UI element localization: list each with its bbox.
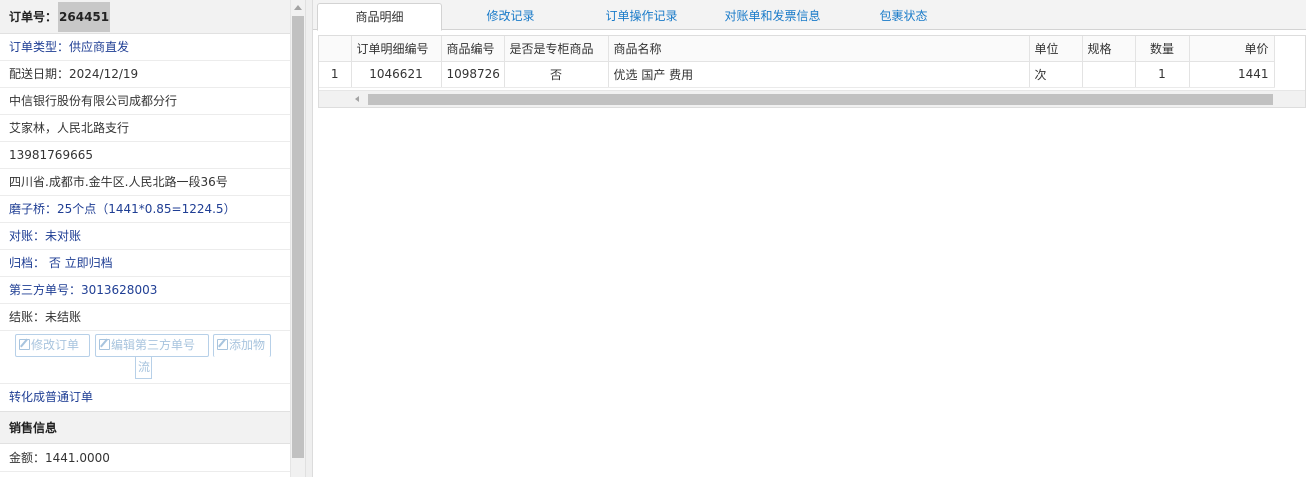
reconciliation-row[interactable]: 对账：未对账 [0, 223, 290, 250]
archive-link[interactable]: 归档： 否 立即归档 [9, 256, 113, 270]
add-logistics-button-wrap[interactable]: 流 [135, 357, 152, 379]
order-type-text: 订单类型：供应商直发 [9, 40, 130, 54]
scroll-up-icon[interactable] [294, 5, 302, 10]
sales-info-header: 销售信息 [0, 411, 290, 444]
third-party-number-text[interactable]: 第三方单号：3013628003 [9, 283, 157, 297]
cell-spec [1082, 61, 1136, 88]
table-header-row: 订单明细编号 商品编号 是否是专柜商品 商品名称 单位 规格 数量 单价 [319, 36, 1275, 62]
add-logistics-label: 添加物 [229, 338, 266, 352]
discount-row[interactable]: 磨子桥：25个点（1441*0.85=1224.5） [0, 196, 290, 223]
scrollbar-thumb[interactable] [292, 16, 304, 458]
cell-product-name-link[interactable]: 优选 国产 费用 [608, 61, 1030, 88]
edit-order-label: 修改订单 [31, 338, 80, 352]
tab-order-operation-log[interactable]: 订单操作记录 [579, 3, 704, 31]
amount-row: 金额：1441.0000 [0, 444, 290, 472]
order-number-value: 264451 [58, 1, 111, 32]
order-detail-window: 订单号： 264451 订单类型：供应商直发 配送日期：2024/12/19 中信… [0, 0, 1306, 477]
scroll-left-icon[interactable] [355, 96, 359, 102]
address-text: 四川省.成都市.金牛区.人民北路一段36号 [9, 175, 228, 189]
settlement-row: 结账：未结账 [0, 304, 290, 331]
tab-package-status[interactable]: 包裹状态 [841, 3, 966, 31]
address-row: 四川省.成都市.金牛区.人民北路一段36号 [0, 169, 290, 196]
product-grid: 订单明细编号 商品编号 是否是专柜商品 商品名称 单位 规格 数量 单价 1 1… [318, 35, 1306, 108]
column-header-detail-id[interactable]: 订单明细编号 [351, 36, 442, 62]
column-header-rownum [319, 36, 352, 62]
cell-detail-id: 1046621 [351, 61, 442, 88]
column-header-product-code[interactable]: 商品编号 [441, 36, 505, 62]
column-header-quantity[interactable]: 数量 [1135, 36, 1190, 62]
delivery-date-text: 配送日期：2024/12/19 [9, 67, 139, 81]
tab-statement-invoice[interactable]: 对账单和发票信息 [710, 3, 835, 31]
edit-icon [217, 339, 228, 350]
cell-rownum: 1 [319, 61, 352, 88]
grid-horizontal-scrollbar[interactable] [319, 90, 1305, 107]
convert-order-link[interactable]: 转化成普通订单 [0, 384, 290, 411]
delivery-date-row: 配送日期：2024/12/19 [0, 61, 290, 88]
left-panel-scrollbar[interactable] [290, 0, 305, 477]
tab-label: 商品明细 [355, 10, 404, 24]
product-table: 订单明细编号 商品编号 是否是专柜商品 商品名称 单位 规格 数量 单价 1 1… [319, 36, 1275, 88]
sales-info-title: 销售信息 [9, 421, 58, 435]
column-header-product-name[interactable]: 商品名称 [608, 36, 1030, 62]
contact-row: 艾家林，人民北路支行 [0, 115, 290, 142]
edit-icon [99, 339, 110, 350]
add-logistics-label-wrap: 流 [138, 360, 151, 374]
customer-company-row: 中信银行股份有限公司成都分行 [0, 88, 290, 115]
column-header-unit[interactable]: 单位 [1029, 36, 1083, 62]
reconciliation-text[interactable]: 对账：未对账 [9, 229, 81, 243]
horizontal-scrollbar-thumb[interactable] [368, 94, 1273, 105]
archive-row[interactable]: 归档： 否 立即归档 [0, 250, 290, 277]
phone-text: 13981769665 [9, 148, 93, 162]
cell-quantity: 1 [1135, 61, 1190, 88]
order-number-label: 订单号： [9, 10, 58, 24]
edit-order-button[interactable]: 修改订单 [15, 334, 90, 357]
detail-panel: 商品明细 修改记录 订单操作记录 对账单和发票信息 包裹状态 订单明细编号 商品… [313, 0, 1306, 477]
edit-third-party-button[interactable]: 编辑第三方单号 [95, 334, 209, 357]
panel-splitter[interactable] [305, 0, 313, 477]
phone-row: 13981769665 [0, 142, 290, 169]
customer-company-text: 中信银行股份有限公司成都分行 [9, 94, 178, 108]
tab-modification-log[interactable]: 修改记录 [448, 3, 573, 31]
tab-label: 订单操作记录 [605, 9, 678, 23]
tab-label: 对账单和发票信息 [724, 9, 821, 23]
tab-label: 修改记录 [486, 9, 535, 23]
cell-unit: 次 [1029, 61, 1083, 88]
contact-text: 艾家林，人民北路支行 [9, 121, 130, 135]
cell-product-code-link[interactable]: 1098726 [441, 61, 505, 88]
amount-text: 金额：1441.0000 [9, 451, 110, 465]
third-party-number-row[interactable]: 第三方单号：3013628003 [0, 277, 290, 304]
convert-order-text[interactable]: 转化成普通订单 [9, 390, 93, 404]
edit-third-party-label: 编辑第三方单号 [111, 338, 196, 352]
cell-counter-product: 否 [504, 61, 609, 88]
tab-bar: 商品明细 修改记录 订单操作记录 对账单和发票信息 包裹状态 [313, 0, 1306, 31]
order-actions: 修改订单 编辑第三方单号 添加物 流 [0, 331, 290, 384]
cell-unit-price: 1441 [1189, 61, 1275, 88]
column-header-counter-product[interactable]: 是否是专柜商品 [504, 36, 609, 62]
table-row[interactable]: 1 1046621 1098726 否 优选 国产 费用 次 1 1441 [319, 61, 1275, 88]
add-logistics-button[interactable]: 添加物 [213, 334, 271, 357]
edit-icon [19, 339, 30, 350]
column-header-spec[interactable]: 规格 [1082, 36, 1136, 62]
discount-text[interactable]: 磨子桥：25个点（1441*0.85=1224.5） [9, 202, 236, 216]
tab-label: 包裹状态 [879, 9, 928, 23]
order-info-panel: 订单号： 264451 订单类型：供应商直发 配送日期：2024/12/19 中信… [0, 0, 290, 477]
tab-product-details[interactable]: 商品明细 [317, 3, 442, 31]
column-header-unit-price[interactable]: 单价 [1189, 36, 1275, 62]
settlement-text: 结账：未结账 [9, 310, 82, 324]
order-type-row: 订单类型：供应商直发 [0, 34, 290, 61]
order-header: 订单号： 264451 [0, 0, 290, 34]
